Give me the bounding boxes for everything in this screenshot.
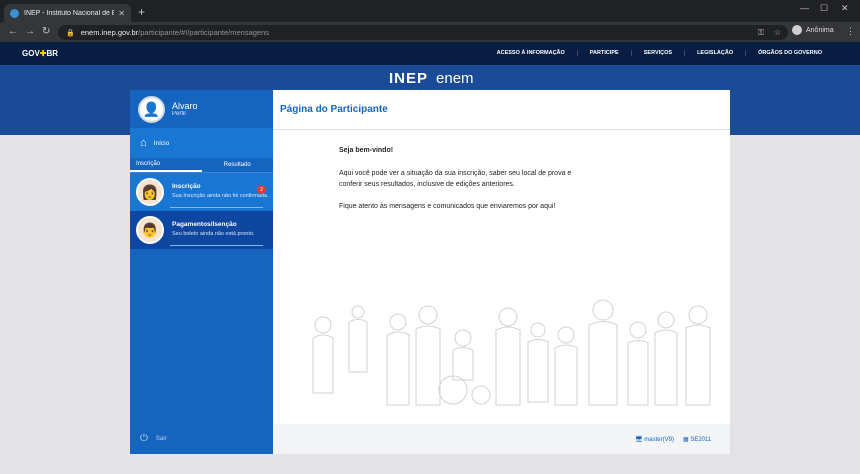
brand-logo: INEP enem [389,70,474,87]
gov-links: ACESSO À INFORMAÇÃO PARTICIPE SERVIÇOS L… [485,50,834,56]
gov-bar: GOV✚BR ACESSO À INFORMAÇÃO PARTICIPE SER… [0,42,860,65]
logout-button[interactable]: ⏻ Sair [140,433,167,444]
gov-link-acesso[interactable]: ACESSO À INFORMAÇÃO [485,50,577,56]
user-profile[interactable]: 👤 Alvaro Perfil [130,90,273,128]
back-icon[interactable]: ← [8,26,18,37]
lock-icon: 🔒 [66,29,75,37]
page-title: Página do Participante [273,90,730,130]
welcome-content: Seja bem-vindo! Aqui você pode ver a sit… [339,145,579,222]
item-description: Seu boleto ainda não está pronto. [172,231,255,238]
forward-icon[interactable]: → [25,26,35,37]
power-icon: ⏻ [140,433,148,444]
new-tab-icon[interactable]: + [138,5,145,19]
profile-label: Anônima [806,26,834,34]
minimize-icon[interactable]: — [800,3,809,13]
man-avatar-icon: 👨 [136,216,164,244]
gov-logo-suffix: BR [46,49,59,58]
inep-favicon-icon [10,8,19,18]
gov-link-orgaos[interactable]: ÓRGÃOS DO GOVERNO [745,50,834,56]
main-panel: Página do Participante Seja bem-vindo! A… [273,90,730,454]
version-label: master(V9) [644,437,674,443]
avatar-icon: 👤 [138,95,165,123]
home-icon: ⌂ [140,137,147,149]
incognito-avatar-icon [792,25,802,35]
bookmark-star-icon[interactable]: ☆ [774,28,781,37]
browser-tab[interactable]: INEP - Instituto Nacional de Estu ✕ [4,4,131,22]
divider [170,245,263,246]
gov-link-participe[interactable]: PARTICIPE [576,50,631,56]
gov-logo[interactable]: GOV✚BR [22,49,58,58]
version-info: 🖥 master(V9) [635,437,674,443]
notification-badge: 2 [257,185,266,194]
sidebar: 👤 Alvaro Perfil ⌂ Início Inscrição Resul… [130,90,273,454]
sidebar-item-inicio[interactable]: ⌂ Início [130,128,273,158]
footer: 🖥 master(V9) ▦ SE2011 [273,424,730,454]
user-profile-link[interactable]: Perfil [172,111,198,117]
tab-title: INEP - Instituto Nacional de Estu [24,9,115,17]
user-name: Alvaro [172,101,198,111]
address-bar-row: ← → ↻ 🔒 enem.inep.gov.br /participante/#… [0,22,860,42]
tab-inscricao[interactable]: Inscrição [130,158,202,172]
url-bar[interactable]: 🔒 enem.inep.gov.br /participante/#!/part… [58,25,788,40]
browser-menu-icon[interactable]: ⋮ [846,26,855,37]
list-item-pagamentos[interactable]: 👨 Pagamentos/Isenção Seu boleto ainda nã… [130,211,273,249]
enem-logo: enem [436,70,474,87]
sidebar-tabs: Inscrição Resultado [130,158,273,173]
close-tab-icon[interactable]: ✕ [118,9,125,18]
url-path: /participante/#!/participante/mensagens [138,28,270,37]
item-title: Pagamentos/Isenção [172,221,237,229]
inep-logo: INEP [389,70,429,87]
people-illustration [312,299,711,406]
window-close-icon[interactable]: ✕ [841,3,849,14]
welcome-heading: Seja bem-vindo! [339,147,394,154]
item-description: Sua Inscrição ainda não foi confirmada. [172,193,269,200]
server-info: ▦ SE2011 [683,437,712,443]
logout-label: Sair [155,435,167,442]
welcome-paragraph-1: Aqui você pode ver a situação da sua ins… [339,170,572,189]
maximize-icon[interactable]: ☐ [820,3,828,14]
tab-resultado[interactable]: Resultado [202,158,274,172]
divider [170,207,263,208]
list-item-inscricao[interactable]: 👩 Inscrição Sua Inscrição ainda não foi … [130,173,273,211]
url-host: enem.inep.gov.br [80,28,139,37]
server-label: SE2011 [690,437,712,443]
inicio-label: Início [153,139,170,147]
welcome-paragraph-2: Fique atento às mensagens e comunicados … [339,202,556,210]
reload-icon[interactable]: ↻ [42,26,50,37]
woman-avatar-icon: 👩 [136,178,164,206]
browser-tab-strip: INEP - Instituto Nacional de Estu ✕ + — … [0,0,860,22]
gov-link-servicos[interactable]: SERVIÇOS [630,50,684,56]
gov-logo-text: GOV [22,49,40,58]
gov-link-legislacao[interactable]: LEGISLAÇÃO [684,50,745,56]
incognito-key-icon[interactable]: ⚿ [758,28,764,38]
profile-button[interactable]: Anônima [792,25,834,35]
